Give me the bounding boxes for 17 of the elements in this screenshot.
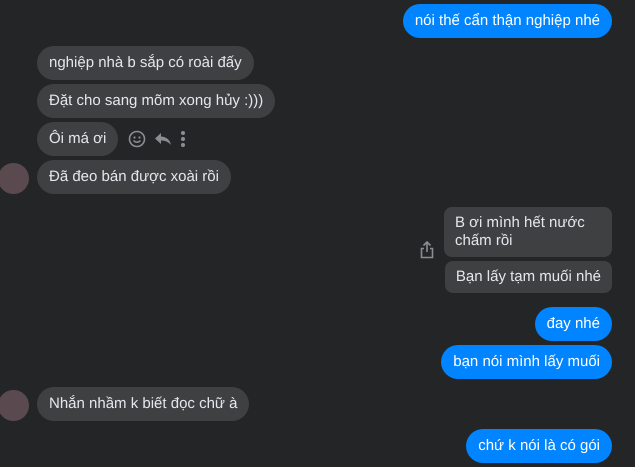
message-bubble: nghiệp nhà b sắp có roài đấy <box>37 46 254 80</box>
message-bubble: bạn nói mình lấy muối <box>441 345 612 379</box>
message-bubble: Đã đeo bán được xoài rồi <box>37 160 231 194</box>
message-bubble: B ơi mình hết nước chấm rồi <box>444 207 612 257</box>
message-bubble: chứ k nói là có gói <box>466 429 612 463</box>
message-bubble: Nhắn nhầm k biết đọc chữ à <box>37 387 250 421</box>
reply-icon[interactable] <box>154 131 172 147</box>
message-bubble: đay nhé <box>534 307 612 341</box>
message-bubble: nói thế cẩn thận nghiệp nhé <box>402 4 612 38</box>
share-icon[interactable] <box>420 241 434 259</box>
message-bubble: Ôi má ơi <box>37 122 118 156</box>
smiley-icon[interactable] <box>128 130 146 148</box>
message-bubble: Đặt cho sang mõm xong hủy :))) <box>37 84 276 118</box>
avatar <box>0 390 29 421</box>
more-options-icon[interactable] <box>180 130 186 148</box>
avatar <box>0 163 29 194</box>
message-bubble: Bạn lấy tạm muối nhé <box>444 261 612 293</box>
